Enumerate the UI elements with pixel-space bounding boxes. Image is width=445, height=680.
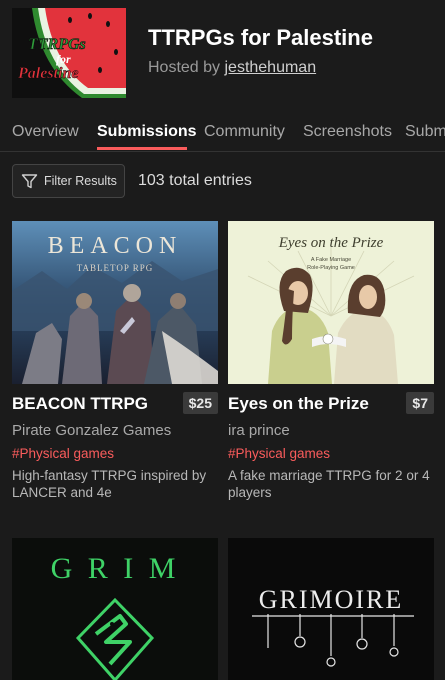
game-card: G R I M bbox=[12, 538, 218, 680]
host-link[interactable]: jesthehuman bbox=[224, 59, 316, 76]
game-cover[interactable]: Eyes on the Prize A Fake Marriage Role-P… bbox=[228, 221, 434, 384]
cover-subtitle-line-1: A Fake Marriage bbox=[311, 257, 351, 263]
game-card: GRIMOIRE bbox=[228, 538, 434, 680]
game-card: Eyes on the Prize A Fake Marriage Role-P… bbox=[228, 221, 434, 511]
hosted-by: Hosted by jesthehuman bbox=[148, 59, 316, 77]
watermelon-logo-icon: TTRPGs for Palestine bbox=[12, 8, 126, 98]
game-card: BEACON TABLETOP RPG BEACON TTRPG $25 Pir… bbox=[12, 221, 218, 511]
price-badge: $7 bbox=[406, 392, 434, 414]
jam-logo[interactable]: TTRPGs for Palestine bbox=[12, 8, 126, 98]
game-description: A fake marriage TTRPG for 2 or 4 players bbox=[228, 468, 430, 500]
game-title[interactable]: BEACON TTRPG bbox=[12, 394, 148, 414]
game-tag[interactable]: #Physical games bbox=[12, 446, 114, 461]
game-description: High-fantasy TTRPG inspired by LANCER an… bbox=[12, 468, 207, 500]
active-tab-indicator bbox=[97, 147, 187, 150]
filter-results-label: Filter Results bbox=[44, 174, 117, 188]
tab-submit[interactable]: Subm bbox=[405, 123, 445, 141]
entries-count: 103 total entries bbox=[138, 172, 252, 189]
jam-title: TTRPGs for Palestine bbox=[148, 25, 373, 50]
cover-title: G R I M bbox=[51, 552, 180, 585]
game-tag[interactable]: #Physical games bbox=[228, 446, 330, 461]
game-cover[interactable]: GRIMOIRE bbox=[228, 538, 434, 680]
logo-text-palestine: Palestine bbox=[17, 65, 78, 82]
jam-tabs: Overview Submissions Community Screensho… bbox=[0, 114, 445, 152]
game-cover[interactable]: BEACON TABLETOP RPG bbox=[12, 221, 218, 384]
game-author[interactable]: Pirate Gonzalez Games bbox=[12, 422, 171, 439]
cover-title: GRIMOIRE bbox=[259, 585, 404, 614]
cover-subtitle-line-2: Role-Playing Game bbox=[307, 265, 355, 271]
cover-title: BEACON bbox=[48, 233, 183, 259]
game-cover[interactable]: G R I M bbox=[12, 538, 218, 680]
filter-results-button[interactable]: Filter Results bbox=[12, 164, 125, 198]
price-badge: $25 bbox=[182, 392, 218, 414]
cover-title: Eyes on the Prize bbox=[278, 235, 384, 251]
filter-icon bbox=[21, 173, 38, 195]
logo-text-for: for bbox=[56, 52, 71, 66]
tab-community[interactable]: Community bbox=[204, 123, 285, 141]
tab-screenshots[interactable]: Screenshots bbox=[303, 123, 392, 141]
game-author[interactable]: ira prince bbox=[228, 422, 290, 439]
logo-text-ttrpgs: TTRPGs bbox=[28, 36, 86, 53]
hosted-by-label: Hosted by bbox=[148, 59, 225, 76]
tab-submissions[interactable]: Submissions bbox=[97, 123, 197, 141]
game-title[interactable]: Eyes on the Prize bbox=[228, 394, 369, 414]
jam-header: TTRPGs for Palestine TTRPGs for Palestin… bbox=[0, 0, 445, 110]
cover-subtitle: TABLETOP RPG bbox=[77, 263, 154, 273]
tab-overview[interactable]: Overview bbox=[12, 123, 79, 141]
